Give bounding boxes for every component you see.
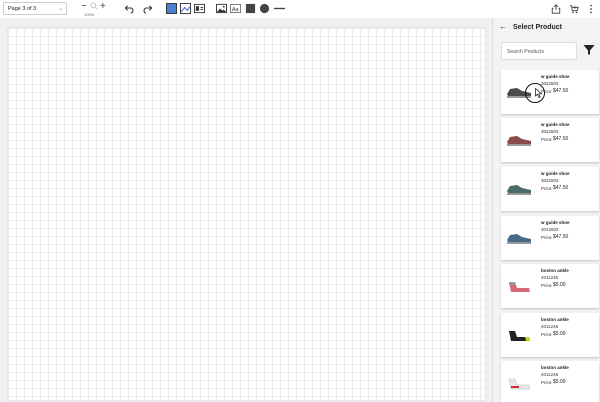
price-label: Price: bbox=[541, 283, 553, 288]
layout-image-left-icon bbox=[180, 3, 191, 14]
product-price: $5.00 bbox=[553, 282, 566, 288]
cart-icon[interactable] bbox=[569, 4, 579, 14]
layout-image-text-button[interactable] bbox=[194, 3, 205, 14]
product-price: $5.00 bbox=[553, 331, 566, 337]
product-name: boston ankle bbox=[541, 365, 569, 370]
line-icon bbox=[273, 7, 285, 10]
share-icon[interactable] bbox=[551, 4, 561, 14]
app: Page 3 of 3 ⌄ − + 100% Aa ← Select Produ… bbox=[0, 0, 600, 402]
product-sidebar: ← Select Product Search Products w guide… bbox=[492, 18, 600, 402]
product-thumbnail bbox=[507, 234, 531, 244]
product-price: $47.50 bbox=[553, 88, 569, 94]
product-thumbnail bbox=[508, 378, 531, 390]
zoom-icon bbox=[90, 2, 98, 10]
product-name: boston ankle bbox=[541, 268, 569, 273]
text-icon: Aa bbox=[230, 4, 241, 13]
header-actions bbox=[492, 0, 600, 18]
product-card[interactable]: w guide shoe 3022603 Price: $47.50 bbox=[501, 118, 599, 162]
product-card[interactable]: w guide shoe 3022603 Price: $47.50 bbox=[501, 216, 599, 260]
product-name: boston ankle bbox=[541, 317, 569, 322]
back-arrow-icon[interactable]: ← bbox=[499, 22, 507, 31]
svg-text:Aa: Aa bbox=[232, 7, 240, 13]
price-label: Price: bbox=[541, 380, 553, 385]
redo-button[interactable] bbox=[142, 3, 153, 14]
product-sku: 4011246 bbox=[541, 324, 559, 329]
price-label: Price: bbox=[541, 137, 553, 142]
mouse-pointer-icon bbox=[535, 88, 543, 98]
image-icon bbox=[216, 3, 227, 14]
filter-icon[interactable] bbox=[583, 44, 595, 56]
product-name: w guide shoe bbox=[541, 74, 570, 79]
product-sku: 4011246 bbox=[541, 275, 559, 280]
product-price: $5.00 bbox=[553, 379, 566, 385]
layout-full-icon bbox=[166, 3, 177, 14]
sidebar-header: ← Select Product bbox=[493, 18, 600, 38]
sidebar-title: Select Product bbox=[513, 24, 563, 31]
zoom-out-button[interactable]: − bbox=[81, 2, 87, 12]
circle-tool-button[interactable] bbox=[259, 3, 270, 14]
price-label: Price: bbox=[541, 235, 553, 240]
price-label: Price: bbox=[541, 332, 553, 337]
image-tool-button[interactable] bbox=[216, 3, 227, 14]
layout-full-button[interactable] bbox=[166, 3, 177, 14]
layout-image-text-icon bbox=[194, 3, 205, 14]
search-input[interactable]: Search Products bbox=[501, 42, 577, 60]
product-sku: 3022603 bbox=[541, 227, 559, 232]
product-name: w guide shoe bbox=[541, 220, 570, 225]
more-icon[interactable] bbox=[586, 4, 596, 14]
workspace bbox=[0, 18, 492, 402]
product-thumbnail bbox=[509, 331, 530, 341]
undo-icon bbox=[124, 5, 134, 14]
page-select-value: Page 3 of 3 bbox=[8, 5, 37, 12]
product-card[interactable]: boston ankle 4011246 Price: $5.00 bbox=[501, 361, 599, 402]
zoom-in-button[interactable]: + bbox=[100, 2, 106, 12]
product-name: w guide shoe bbox=[541, 122, 570, 127]
product-thumbnail bbox=[507, 185, 531, 195]
text-tool-button[interactable]: Aa bbox=[230, 3, 241, 14]
circle-icon bbox=[259, 3, 270, 14]
redo-icon bbox=[143, 5, 153, 14]
square-icon bbox=[245, 3, 256, 14]
square-tool-button[interactable] bbox=[245, 3, 256, 14]
layout-image-left-button[interactable] bbox=[180, 3, 191, 14]
page-select[interactable]: Page 3 of 3 ⌄ bbox=[3, 2, 67, 15]
design-canvas[interactable] bbox=[8, 28, 485, 400]
product-sku: 4011246 bbox=[541, 372, 559, 377]
product-price: $47.50 bbox=[553, 185, 569, 191]
product-sku: 3022603 bbox=[541, 81, 559, 86]
zoom-level: 100% bbox=[84, 12, 95, 17]
search-placeholder: Search Products bbox=[507, 49, 544, 55]
product-name: w guide shoe bbox=[541, 171, 570, 176]
product-thumbnail bbox=[507, 136, 531, 146]
toolbar: Page 3 of 3 ⌄ − + 100% Aa bbox=[0, 0, 492, 18]
product-sku: 3022603 bbox=[541, 178, 559, 183]
chevron-down-icon: ⌄ bbox=[57, 6, 63, 12]
undo-button[interactable] bbox=[124, 3, 135, 14]
price-label: Price: bbox=[541, 186, 553, 191]
product-card[interactable]: boston ankle 4011246 Price: $5.00 bbox=[501, 313, 599, 357]
line-tool-button[interactable] bbox=[273, 3, 285, 14]
product-thumbnail bbox=[509, 282, 530, 292]
product-card[interactable]: w guide shoe 3022603 Price: $47.50 bbox=[501, 167, 599, 211]
product-card[interactable]: w guide shoe 3022603 Price: $47.50 bbox=[501, 70, 599, 114]
product-price: $47.50 bbox=[553, 234, 569, 240]
product-sku: 3022603 bbox=[541, 129, 559, 134]
zoom-control: − + 100% bbox=[80, 2, 110, 18]
product-price: $47.50 bbox=[553, 136, 569, 142]
product-card[interactable]: boston ankle 4011246 Price: $5.00 bbox=[501, 264, 599, 308]
